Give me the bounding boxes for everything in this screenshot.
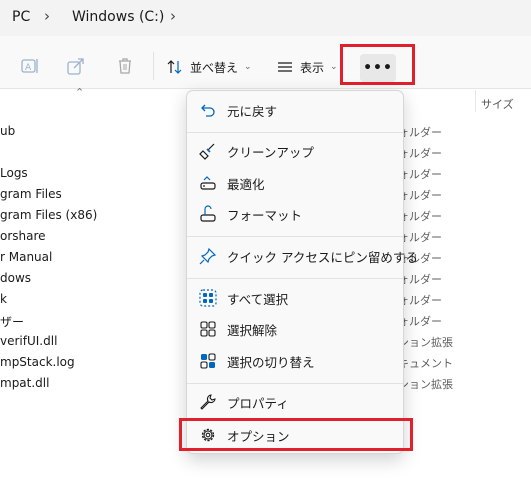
wrench-icon: [200, 394, 216, 410]
file-row-type: キュメント: [398, 357, 453, 370]
format-drive-icon: [200, 205, 216, 222]
file-row-type: ォルダー: [398, 294, 442, 307]
view-list-icon: [278, 62, 292, 72]
view-button[interactable]: 表示 ⌄: [276, 54, 338, 80]
file-row-name[interactable]: Logs: [0, 166, 28, 180]
chevron-down-icon: ⌄: [330, 62, 338, 72]
chevron-down-icon: ⌄: [244, 62, 252, 72]
menu-item-undo[interactable]: 元に戻す: [191, 96, 399, 124]
see-more-menu: 元に戻す クリーンアップ 最適化 フォーマット クイック アクセスにピン留めする: [186, 90, 418, 454]
column-divider[interactable]: [475, 90, 476, 112]
menu-item-cleanup[interactable]: クリーンアップ: [191, 137, 399, 165]
file-row-name[interactable]: dows: [0, 271, 31, 285]
file-row-type: ォルダー: [398, 147, 442, 160]
sort-button[interactable]: 並べ替え ⌄: [166, 54, 252, 80]
menu-item-select-none[interactable]: 選択解除: [191, 315, 399, 343]
file-row-name[interactable]: ザー: [0, 313, 24, 330]
breadcrumb-chevron-icon[interactable]: ›: [170, 7, 176, 25]
menu-item-label: 最適化: [227, 176, 265, 192]
menu-separator: [187, 278, 403, 279]
menu-separator: [187, 383, 403, 384]
menu-separator: [187, 132, 403, 133]
share-icon[interactable]: [66, 56, 86, 76]
view-label: 表示: [300, 60, 325, 75]
broom-icon: [199, 143, 215, 160]
menu-separator: [187, 236, 403, 237]
file-row-type: ォルダー: [398, 315, 442, 328]
file-row-name[interactable]: gram Files (x86): [0, 208, 97, 222]
select-all-icon: [199, 289, 217, 307]
menu-item-options[interactable]: オプション: [191, 421, 399, 449]
toolbar-divider: [153, 52, 154, 80]
menu-item-label: フォーマット: [227, 207, 303, 223]
select-none-icon: [200, 321, 216, 337]
menu-item-label: プロパティ: [227, 395, 289, 411]
file-row-type: ォルダー: [398, 189, 442, 202]
file-row-name[interactable]: mpat.dll: [0, 376, 49, 390]
size-column-header[interactable]: サイズ: [481, 96, 514, 112]
sort-label: 並べ替え: [190, 60, 239, 75]
menu-item-label: 選択解除: [227, 322, 278, 338]
drive-optimize-icon: [200, 176, 216, 190]
file-row-name[interactable]: orshare: [0, 229, 46, 243]
menu-item-optimize[interactable]: 最適化: [191, 169, 399, 197]
gear-icon: [201, 428, 215, 442]
menu-item-select-all[interactable]: すべて選択: [191, 284, 399, 312]
menu-item-invert-selection[interactable]: 選択の切り替え: [191, 347, 399, 375]
file-row-name[interactable]: verifUI.dll: [0, 334, 57, 348]
file-row-name[interactable]: gram Files: [0, 187, 62, 201]
file-row-type: ォルダー: [398, 231, 442, 244]
see-more-button[interactable]: •••: [360, 54, 396, 82]
file-row-type: ォルダー: [398, 273, 442, 286]
sort-icon: [167, 60, 182, 74]
menu-item-label: 元に戻す: [227, 103, 278, 119]
file-row-type: ォルダー: [398, 126, 442, 139]
breadcrumb-pc[interactable]: PC: [12, 9, 30, 25]
file-row-type: ォルダー: [398, 210, 442, 223]
menu-item-label: クイック アクセスにピン留めする: [227, 249, 418, 265]
file-row-name[interactable]: k: [0, 292, 7, 306]
rename-icon[interactable]: A: [20, 56, 40, 76]
menu-item-label: オプション: [227, 428, 290, 444]
svg-text:A: A: [25, 63, 32, 73]
menu-item-format[interactable]: フォーマット: [191, 200, 399, 228]
menu-item-label: 選択の切り替え: [227, 354, 315, 370]
command-bar: A 並べ替え ⌄ 表示 ⌄ •••: [0, 36, 531, 89]
menu-item-label: すべて選択: [227, 291, 289, 307]
menu-item-properties[interactable]: プロパティ: [191, 388, 399, 416]
undo-icon: [201, 104, 215, 117]
menu-item-pin-quick-access[interactable]: クイック アクセスにピン留めする: [191, 242, 418, 270]
file-row-type: ション拡張: [398, 336, 453, 349]
delete-icon[interactable]: [115, 56, 135, 76]
address-bar[interactable]: PC › Windows (C:) ›: [0, 0, 531, 36]
invert-selection-icon: [200, 353, 216, 369]
sort-ascending-icon[interactable]: ⌃: [75, 86, 84, 99]
file-row-name[interactable]: mpStack.log: [0, 355, 75, 369]
breadcrumb-drive[interactable]: Windows (C:): [72, 9, 164, 25]
menu-item-label: クリーンアップ: [227, 144, 314, 160]
file-row-type: ション拡張: [398, 378, 453, 391]
pin-icon: [199, 247, 217, 265]
file-row-type: ォルダー: [398, 168, 442, 181]
breadcrumb-chevron-icon[interactable]: ›: [44, 7, 50, 25]
file-row-name[interactable]: ub: [0, 124, 15, 138]
file-row-name[interactable]: r Manual: [0, 250, 52, 264]
